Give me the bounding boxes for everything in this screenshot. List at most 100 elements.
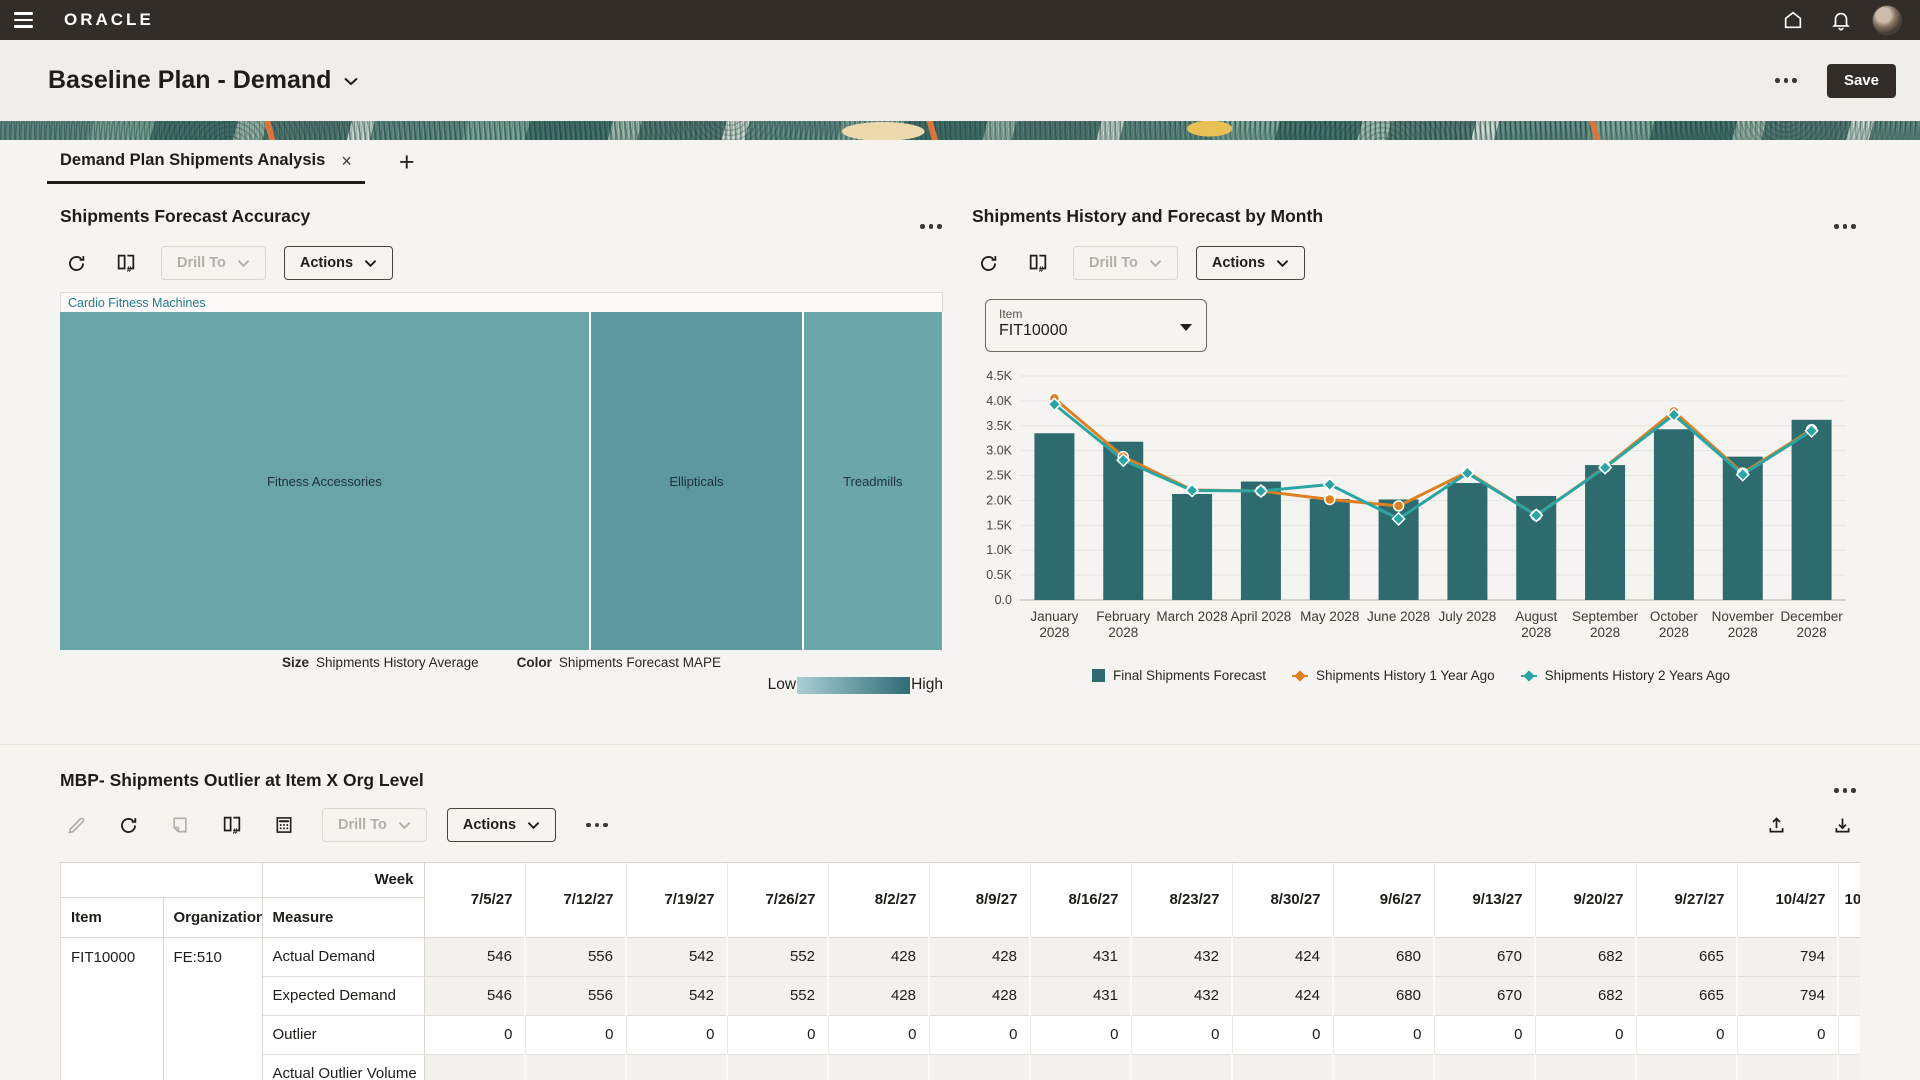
marker-diamond[interactable] — [1324, 478, 1336, 490]
value-cell[interactable]: 794 — [1737, 937, 1838, 976]
bar-march-2028[interactable] — [1172, 494, 1212, 600]
value-cell[interactable]: 432 — [1131, 976, 1232, 1015]
value-cell[interactable]: 428 — [929, 976, 1030, 1015]
value-cell[interactable] — [828, 1054, 929, 1080]
legend-item-shipments-history-1-year-ago[interactable]: Shipments History 1 Year Ago — [1292, 668, 1495, 683]
value-cell[interactable]: 556 — [525, 937, 626, 976]
note-icon[interactable] — [168, 813, 192, 837]
date-column-header-clipped[interactable]: 10 — [1838, 863, 1860, 937]
date-column-header[interactable]: 8/23/27 — [1131, 863, 1232, 937]
treemap-node-fitness-accessories[interactable]: Fitness Accessories — [60, 312, 589, 650]
value-cell[interactable]: 552 — [727, 976, 828, 1015]
drill-to-button[interactable]: Drill To — [161, 246, 266, 280]
date-column-header[interactable]: 9/13/27 — [1434, 863, 1535, 937]
treemap-node-treadmills[interactable]: Treadmills — [804, 312, 942, 650]
marker-circle[interactable] — [1394, 501, 1404, 511]
legend-item-final-shipments-forecast[interactable]: Final Shipments Forecast — [1092, 668, 1266, 683]
value-cell[interactable]: 428 — [828, 937, 929, 976]
date-column-header[interactable]: 9/6/27 — [1333, 863, 1434, 937]
value-cell[interactable]: 0 — [1232, 1015, 1333, 1054]
marker-circle[interactable] — [1325, 494, 1335, 504]
value-cell[interactable] — [929, 1054, 1030, 1080]
value-cell[interactable] — [626, 1054, 727, 1080]
value-cell[interactable]: 424 — [1232, 976, 1333, 1015]
notifications-bell-icon[interactable] — [1824, 3, 1858, 37]
value-cell[interactable]: 542 — [626, 937, 727, 976]
value-cell[interactable]: 682 — [1535, 976, 1636, 1015]
value-cell[interactable] — [1838, 1054, 1860, 1080]
value-cell[interactable]: 665 — [1636, 937, 1737, 976]
value-cell[interactable]: 0 — [1030, 1015, 1131, 1054]
measure-catalog-icon[interactable]: # — [114, 251, 138, 275]
measure-catalog-icon[interactable]: # — [220, 813, 244, 837]
value-cell[interactable]: 0 — [1737, 1015, 1838, 1054]
treemap-parent-link[interactable]: Cardio Fitness Machines — [68, 296, 206, 310]
value-cell[interactable]: 424 — [1232, 937, 1333, 976]
date-column-header[interactable]: 7/5/27 — [424, 863, 525, 937]
bar-september-2028[interactable] — [1585, 465, 1625, 600]
bar-july-2028[interactable] — [1447, 483, 1487, 600]
date-column-header[interactable]: 8/30/27 — [1232, 863, 1333, 937]
actions-button[interactable]: Actions — [447, 808, 556, 842]
value-cell[interactable]: 0 — [626, 1015, 727, 1054]
value-cell[interactable] — [1838, 976, 1860, 1015]
value-cell[interactable] — [727, 1054, 828, 1080]
value-cell[interactable] — [1838, 937, 1860, 976]
value-cell[interactable]: 0 — [525, 1015, 626, 1054]
bar-january-2028[interactable] — [1034, 433, 1074, 600]
header-overflow-icon[interactable] — [1767, 70, 1805, 91]
value-cell[interactable] — [525, 1054, 626, 1080]
actions-button[interactable]: Actions — [1196, 246, 1305, 280]
value-cell[interactable] — [1535, 1054, 1636, 1080]
tab-demand-plan-shipments-analysis[interactable]: Demand Plan Shipments Analysis × — [47, 151, 365, 184]
value-cell[interactable] — [1737, 1054, 1838, 1080]
value-cell[interactable]: 682 — [1535, 937, 1636, 976]
drill-to-button[interactable]: Drill To — [1073, 246, 1178, 280]
add-tab-icon[interactable]: + — [399, 149, 415, 176]
bar-april-2028[interactable] — [1241, 482, 1281, 600]
menu-icon[interactable] — [0, 0, 46, 40]
value-cell[interactable]: 552 — [727, 937, 828, 976]
value-cell[interactable]: 0 — [424, 1015, 525, 1054]
actions-button[interactable]: Actions — [284, 246, 393, 280]
forecast-accuracy-overflow-icon[interactable] — [912, 216, 950, 237]
value-cell[interactable] — [424, 1054, 525, 1080]
edit-pencil-icon[interactable] — [64, 813, 88, 837]
date-column-header[interactable]: 10/4/27 — [1737, 863, 1838, 937]
upload-icon[interactable] — [1764, 813, 1788, 837]
bar-december-2028[interactable] — [1792, 420, 1832, 600]
refresh-icon[interactable] — [976, 251, 1000, 275]
date-column-header[interactable]: 8/9/27 — [929, 863, 1030, 937]
value-cell[interactable]: 546 — [424, 937, 525, 976]
measure-catalog-icon[interactable]: # — [1026, 251, 1050, 275]
chevron-down-icon[interactable] — [343, 75, 359, 87]
value-cell[interactable]: 432 — [1131, 937, 1232, 976]
date-column-header[interactable]: 7/19/27 — [626, 863, 727, 937]
value-cell[interactable] — [1030, 1054, 1131, 1080]
item-selector[interactable]: Item FIT10000 — [985, 299, 1207, 352]
value-cell[interactable]: 0 — [929, 1015, 1030, 1054]
value-cell[interactable]: 0 — [727, 1015, 828, 1054]
date-column-header[interactable]: 9/20/27 — [1535, 863, 1636, 937]
value-cell[interactable]: 0 — [1434, 1015, 1535, 1054]
drill-to-button[interactable]: Drill To — [322, 808, 427, 842]
value-cell[interactable]: 0 — [1636, 1015, 1737, 1054]
value-cell[interactable]: 665 — [1636, 976, 1737, 1015]
outlier-table-overflow-icon[interactable] — [1826, 780, 1864, 801]
refresh-icon[interactable] — [64, 251, 88, 275]
value-cell[interactable]: 680 — [1333, 976, 1434, 1015]
value-cell[interactable] — [1131, 1054, 1232, 1080]
value-cell[interactable] — [1232, 1054, 1333, 1080]
home-icon[interactable] — [1776, 3, 1810, 37]
date-column-header[interactable]: 7/12/27 — [525, 863, 626, 937]
value-cell[interactable] — [1636, 1054, 1737, 1080]
value-cell[interactable]: 542 — [626, 976, 727, 1015]
value-cell[interactable] — [1333, 1054, 1434, 1080]
tab-close-icon[interactable]: × — [341, 152, 352, 170]
date-column-header[interactable]: 9/27/27 — [1636, 863, 1737, 937]
calculator-icon[interactable] — [272, 813, 296, 837]
value-cell[interactable]: 428 — [929, 937, 1030, 976]
value-cell[interactable]: 428 — [828, 976, 929, 1015]
user-avatar[interactable] — [1872, 5, 1902, 35]
bar-october-2028[interactable] — [1654, 429, 1694, 600]
